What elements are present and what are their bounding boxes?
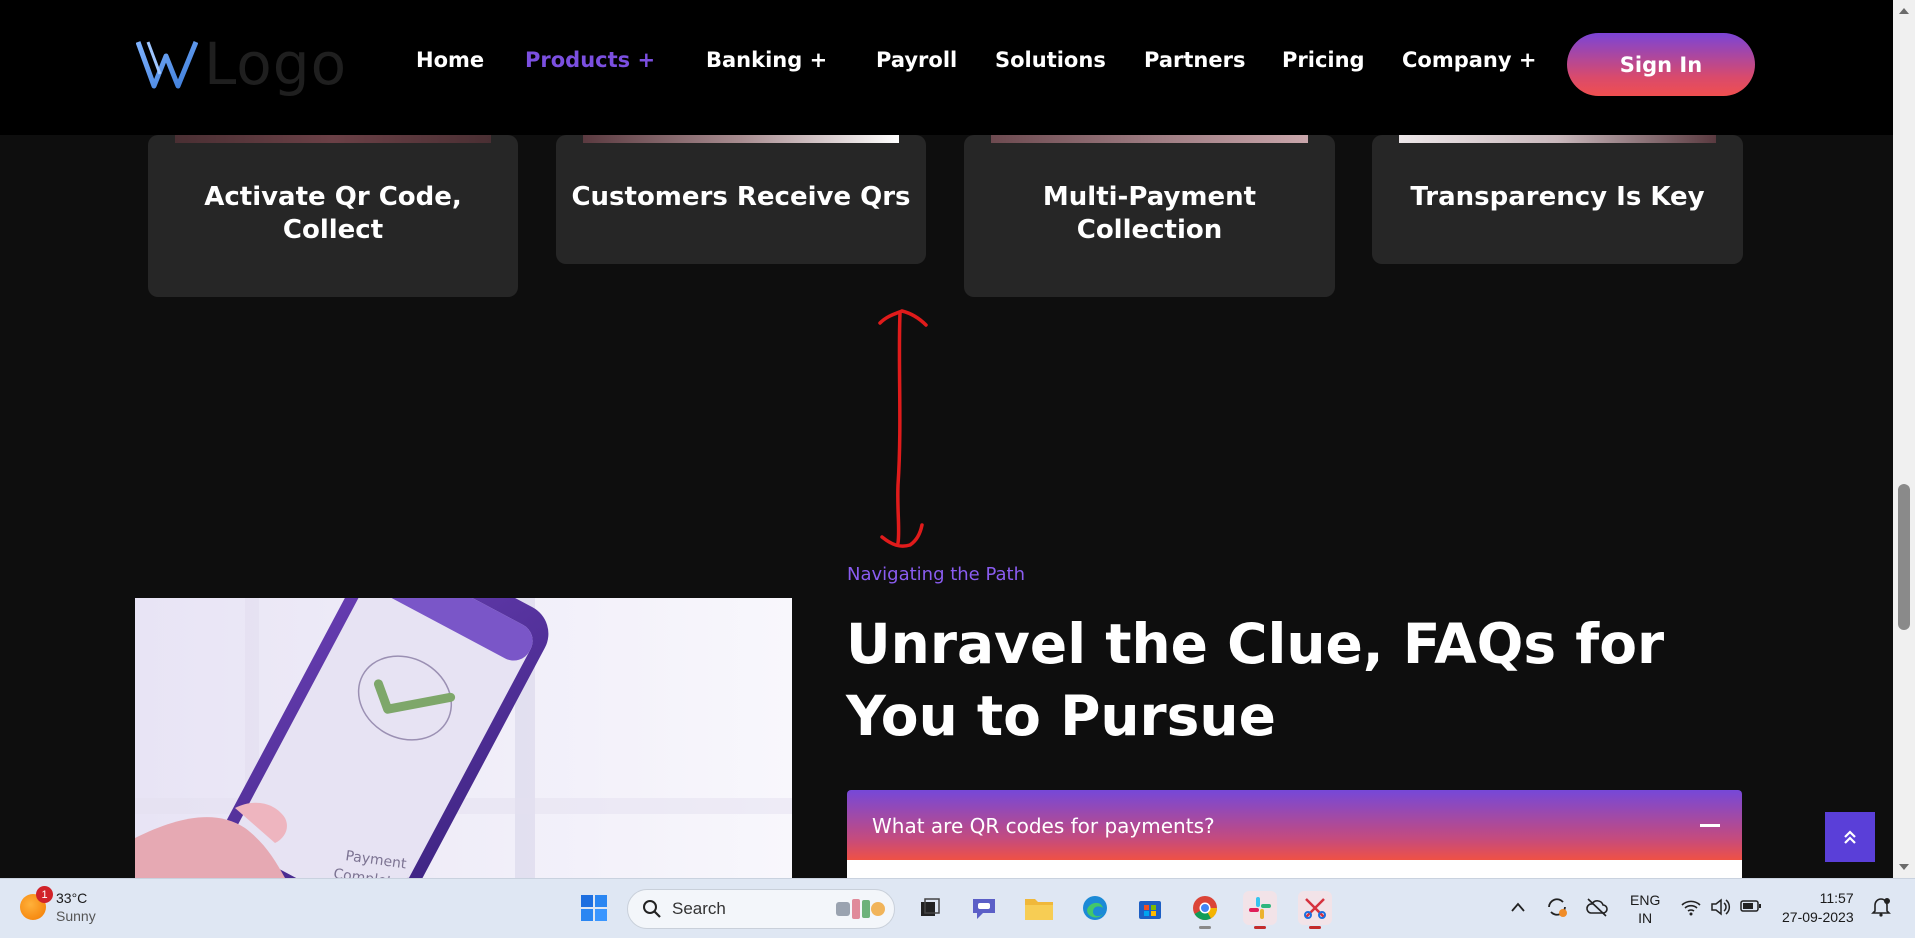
snipping-tool-icon [1304,898,1326,919]
windows-taskbar: 1 33°C Sunny Search ENG IN 11:57 27-09-2… [0,878,1915,938]
chrome-icon [1193,896,1217,921]
card-image [175,135,491,143]
phone-payment-image: Payment Completed [135,598,792,878]
nav-company[interactable]: Company + [1402,48,1536,72]
clock-date: 27-09-2023 [1782,909,1854,925]
battery-icon[interactable] [1740,899,1762,913]
nav-pricing[interactable]: Pricing [1282,48,1365,72]
folder-icon [1025,899,1053,920]
logo-text: Logo [204,30,348,98]
card-activate-qr[interactable]: Activate Qr Code, Collect [148,135,518,297]
logo-mark-icon [136,41,198,89]
teams-chat-button[interactable] [967,891,1001,925]
store-button[interactable] [1133,891,1167,925]
sign-in-button[interactable]: Sign In [1567,33,1755,96]
weather-temp: 33°C [56,890,88,906]
faq-answer-panel [847,860,1742,878]
slack-icon [1249,897,1271,919]
snipping-tool-button[interactable] [1298,891,1332,929]
show-hidden-icons-chevron-icon[interactable] [1510,901,1526,913]
logo[interactable]: Logo [136,30,347,98]
edge-browser-icon [1083,896,1107,920]
edge-button[interactable] [1078,891,1112,925]
faq-item-active[interactable]: What are QR codes for payments? [847,790,1742,860]
clock-time: 11:57 [1819,890,1854,906]
running-indicator [1254,926,1266,929]
faq-question: What are QR codes for payments? [872,814,1215,838]
task-view-button[interactable] [913,891,947,925]
nav-solutions[interactable]: Solutions [995,48,1106,72]
phone-illustration: Payment Completed [135,598,792,878]
chat-icon [973,899,995,919]
windows-logo-icon [581,895,607,921]
weather-condition: Sunny [56,908,96,924]
chrome-button[interactable] [1188,891,1222,929]
region-code: IN [1638,910,1653,926]
scroll-to-top-button[interactable] [1825,812,1875,862]
slack-button[interactable] [1243,891,1277,929]
store-icon [1139,901,1161,919]
running-indicator [1199,926,1211,929]
card-image [583,135,899,143]
card-multi-payment[interactable]: Multi-Payment Collection [964,135,1335,297]
clock[interactable]: 11:57 27-09-2023 [1782,889,1854,927]
card-title: Multi-Payment Collection [1042,182,1257,245]
card-title: Customers Receive Qrs [571,182,911,212]
scroll-up-arrow-icon[interactable] [1898,6,1910,16]
wifi-icon[interactable] [1680,897,1702,917]
taskbar-search[interactable]: Search [627,889,895,929]
file-explorer-button[interactable] [1022,891,1056,925]
spacing-annotation-arrow [878,309,928,548]
page-scrollbar[interactable] [1893,0,1915,878]
scroll-thumb[interactable] [1898,484,1910,630]
search-placeholder: Search [672,899,726,918]
card-title: Activate Qr Code, Collect [204,182,462,245]
search-highlight-icon [836,899,885,919]
start-button[interactable] [577,891,611,925]
search-icon [643,900,661,918]
nav-payroll[interactable]: Payroll [876,48,957,72]
card-title: Transparency Is Key [1410,182,1705,212]
card-customers-receive[interactable]: Customers Receive Qrs [556,135,926,264]
language-code: ENG [1630,892,1661,908]
collapse-minus-icon[interactable] [1700,824,1720,827]
task-view-icon [921,898,940,916]
running-indicator [1309,926,1321,929]
scroll-down-arrow-icon[interactable] [1898,862,1910,872]
nav-products[interactable]: Products + [525,48,655,72]
volume-icon[interactable] [1710,897,1732,917]
card-image [991,135,1308,143]
nav-banking[interactable]: Banking + [706,48,827,72]
nav-partners[interactable]: Partners [1144,48,1245,72]
notification-badge: 1 [36,886,53,903]
nav-home[interactable]: Home [416,48,484,72]
language-indicator[interactable]: ENG IN [1630,891,1660,927]
cloud-offline-icon[interactable] [1585,896,1609,918]
card-image [1399,135,1716,143]
sync-icon[interactable] [1545,895,1569,919]
faq-eyebrow: Navigating the Path [847,564,1026,585]
weather-widget[interactable]: 1 33°C Sunny [20,886,96,925]
sun-icon: 1 [20,886,53,920]
card-transparency[interactable]: Transparency Is Key [1372,135,1743,264]
site-header: Logo Home Products + Banking + Payroll S… [0,0,1893,135]
double-chevron-up-icon [1844,830,1856,844]
faq-heading: Unravel the Clue, FAQs for You to Pursue [846,612,1665,748]
notification-bell-icon[interactable] [1870,896,1892,918]
